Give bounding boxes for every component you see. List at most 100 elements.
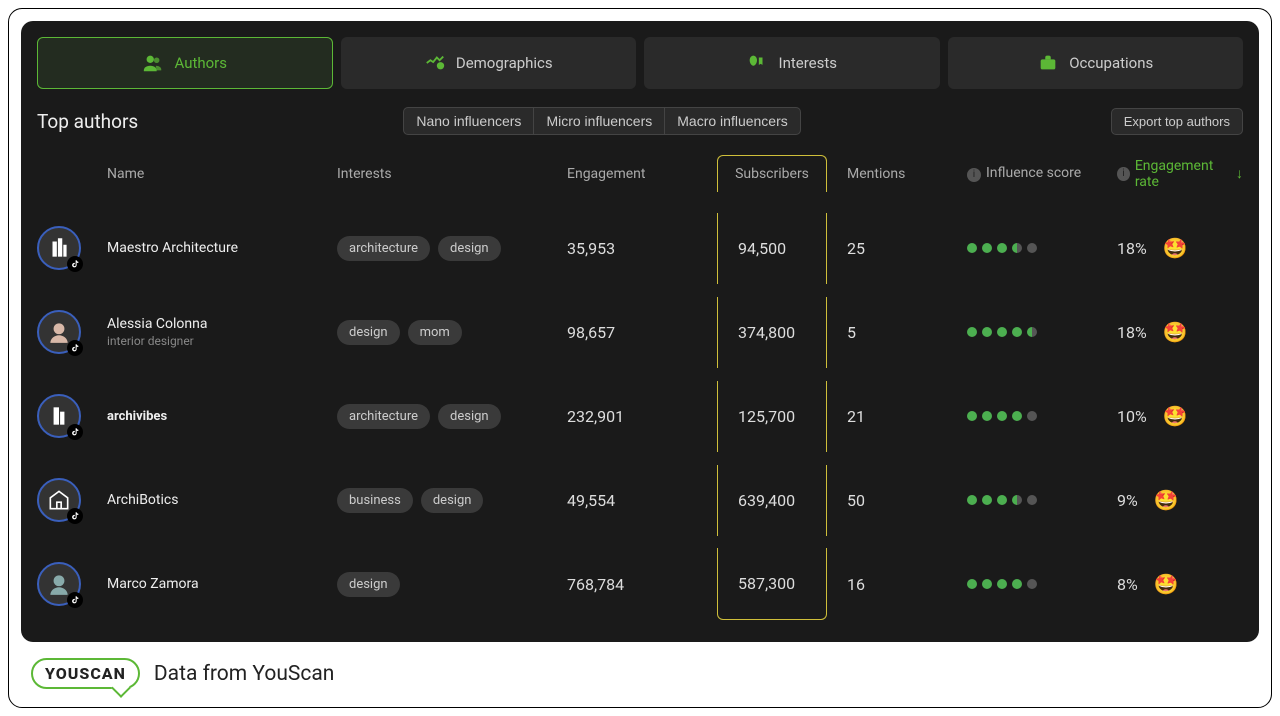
score-dot	[997, 579, 1007, 589]
tab-label: Occupations	[1069, 54, 1153, 72]
avatar[interactable]	[37, 478, 81, 522]
info-icon: i	[967, 168, 981, 182]
interest-tag[interactable]: architecture	[337, 236, 430, 261]
interest-tag[interactable]: design	[438, 236, 501, 261]
influence-cell	[967, 411, 1117, 421]
score-dot	[1027, 579, 1037, 589]
author-name: Marco Zamora	[107, 576, 337, 592]
score-dot	[1027, 327, 1037, 337]
score-dot	[1027, 411, 1037, 421]
section-title: Top authors	[37, 110, 138, 133]
engagement-rate-cell: 18%🤩	[1117, 320, 1243, 344]
engagement-rate-cell: 18%🤩	[1117, 236, 1243, 260]
tab-occupations[interactable]: Occupations	[948, 37, 1244, 89]
author-subtitle: interior designer	[107, 334, 337, 348]
analytics-panel: Authors Demographics Interests Occupatio…	[21, 21, 1259, 642]
filter-micro[interactable]: Micro influencers	[534, 107, 665, 135]
score-dot	[997, 495, 1007, 505]
table-row[interactable]: archivibes architecturedesign 232,901 12…	[37, 374, 1243, 458]
subscribers-cell: 94,500	[717, 213, 827, 284]
score-dot	[967, 411, 977, 421]
author-name: Alessia Colonna	[107, 316, 337, 332]
subscribers-cell: 587,300	[717, 548, 827, 620]
authors-table: Name Interests Engagement Subscribers Me…	[37, 147, 1243, 626]
score-dot	[1027, 495, 1037, 505]
interest-tag[interactable]: design	[337, 572, 400, 597]
reaction-emoji: 🤩	[1163, 404, 1188, 428]
score-dot	[967, 243, 977, 253]
interests-cell: design	[337, 572, 567, 597]
attribution-text: Data from YouScan	[154, 662, 335, 686]
interest-tag[interactable]: design	[337, 320, 400, 345]
interests-cell: design mom	[337, 320, 567, 345]
col-mentions[interactable]: Mentions	[847, 166, 967, 182]
tab-demographics[interactable]: Demographics	[341, 37, 637, 89]
author-name-cell[interactable]: Marco Zamora	[107, 576, 337, 592]
avatar[interactable]	[37, 394, 81, 438]
interest-tag[interactable]: mom	[408, 320, 462, 345]
interest-tag[interactable]: design	[438, 404, 501, 429]
engagement-rate-cell: 8%🤩	[1117, 572, 1243, 596]
author-name-cell[interactable]: Alessia Colonna interior designer	[107, 316, 337, 348]
subscribers-cell: 374,800	[717, 297, 827, 368]
reaction-emoji: 🤩	[1154, 488, 1179, 512]
mentions-cell: 25	[847, 239, 967, 258]
tiktok-icon	[67, 508, 83, 524]
authors-icon	[142, 52, 164, 74]
youscan-logo: YOUSCAN	[31, 658, 140, 689]
author-name: Maestro Architecture	[107, 240, 337, 256]
demographics-icon	[424, 52, 446, 74]
interests-icon	[746, 52, 768, 74]
influence-cell	[967, 327, 1117, 337]
col-interests[interactable]: Interests	[337, 166, 567, 182]
table-row[interactable]: Marco Zamora design 768,784 587,300 16 8…	[37, 542, 1243, 626]
col-engagement[interactable]: Engagement	[567, 166, 717, 182]
score-dot	[1012, 327, 1022, 337]
col-engagement-rate[interactable]: iEngagement rate↓	[1117, 158, 1243, 190]
reaction-emoji: 🤩	[1163, 320, 1188, 344]
table-row[interactable]: Alessia Colonna interior designer design…	[37, 290, 1243, 374]
table-row[interactable]: Maestro Architecture architecturedesign …	[37, 206, 1243, 290]
score-dot	[982, 495, 992, 505]
table-row[interactable]: ArchiBotics businessdesign 49,554 639,40…	[37, 458, 1243, 542]
engagement-cell: 98,657	[567, 323, 717, 342]
score-dot	[967, 579, 977, 589]
score-dot	[1012, 243, 1022, 253]
filter-nano[interactable]: Nano influencers	[403, 107, 534, 135]
interests-cell: business design	[337, 488, 567, 513]
author-name-cell[interactable]: archivibes	[107, 409, 337, 424]
score-dot	[1012, 579, 1022, 589]
tiktok-icon	[67, 592, 83, 608]
avatar[interactable]	[37, 226, 81, 270]
engagement-rate-cell: 9%🤩	[1117, 488, 1243, 512]
score-dot	[1012, 411, 1022, 421]
engagement-cell: 35,953	[567, 239, 717, 258]
col-influence[interactable]: iInfluence score	[967, 165, 1117, 182]
col-subscribers[interactable]: Subscribers	[717, 155, 827, 192]
interest-tag[interactable]: business	[337, 488, 413, 513]
filter-macro[interactable]: Macro influencers	[665, 107, 801, 135]
interests-cell: architecture design	[337, 236, 567, 261]
author-name-cell[interactable]: ArchiBotics	[107, 492, 337, 508]
tab-authors[interactable]: Authors	[37, 37, 333, 89]
score-dot	[997, 411, 1007, 421]
reaction-emoji: 🤩	[1154, 572, 1179, 596]
info-icon: i	[1117, 167, 1130, 181]
interest-tag[interactable]: architecture	[337, 404, 430, 429]
export-button[interactable]: Export top authors	[1111, 108, 1243, 135]
score-dot	[1012, 495, 1022, 505]
tab-interests[interactable]: Interests	[644, 37, 940, 89]
avatar[interactable]	[37, 562, 81, 606]
subscribers-cell: 125,700	[717, 381, 827, 452]
tab-label: Demographics	[456, 54, 553, 72]
tiktok-icon	[67, 256, 83, 272]
engagement-cell: 768,784	[567, 575, 717, 594]
mentions-cell: 16	[847, 575, 967, 594]
interest-tag[interactable]: design	[421, 488, 484, 513]
score-dot	[997, 327, 1007, 337]
col-name[interactable]: Name	[107, 166, 337, 182]
tab-label: Authors	[174, 54, 227, 72]
score-dot	[967, 495, 977, 505]
avatar[interactable]	[37, 310, 81, 354]
author-name-cell[interactable]: Maestro Architecture	[107, 240, 337, 256]
